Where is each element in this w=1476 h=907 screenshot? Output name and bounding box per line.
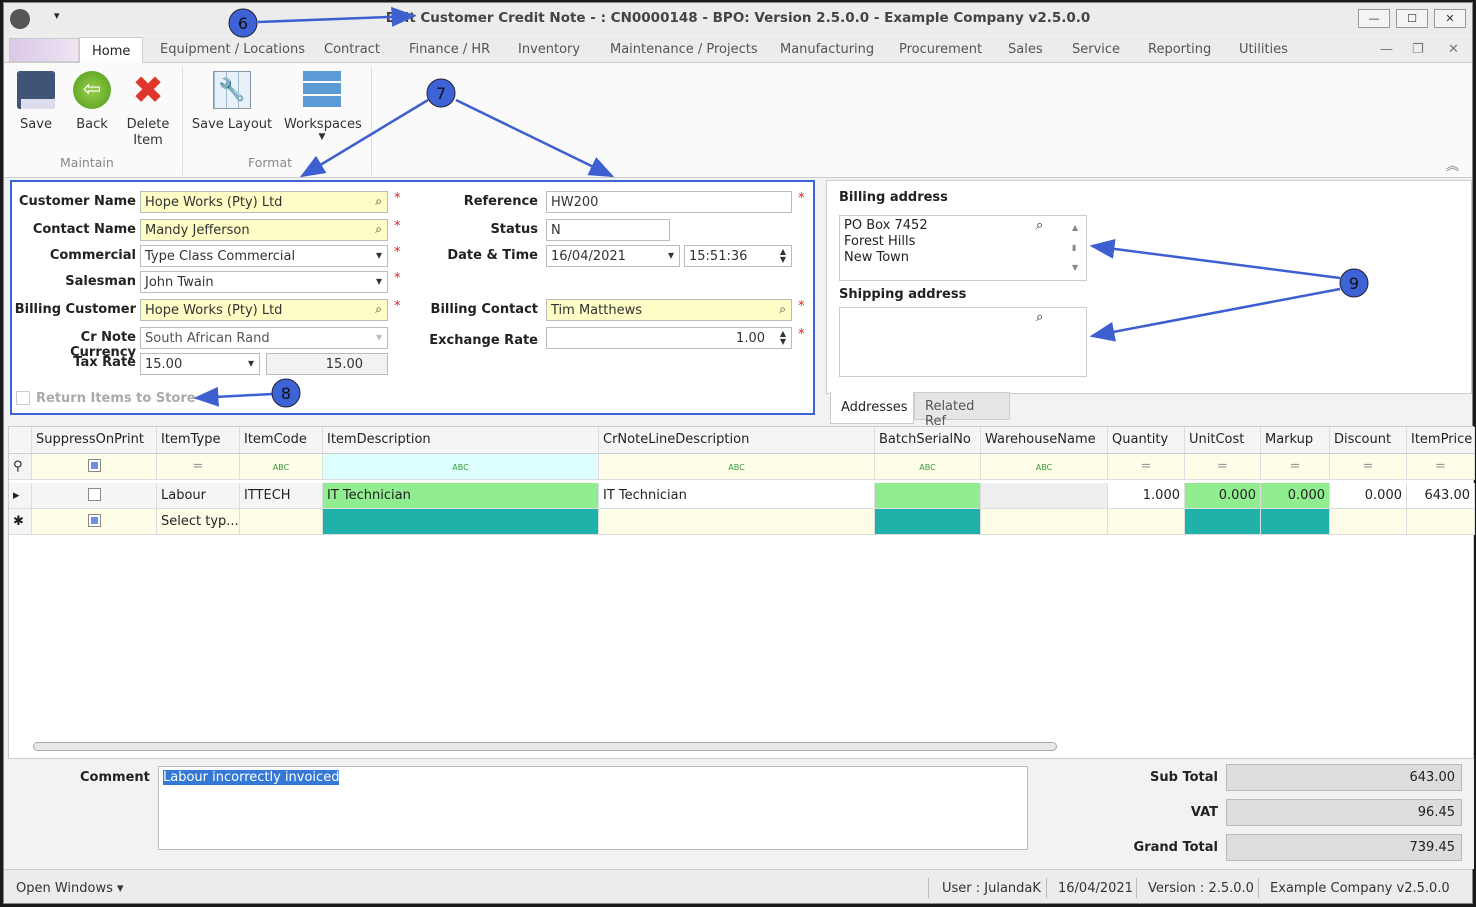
annotation-6: 6 — [238, 14, 248, 33]
annotation-8: 8 — [281, 384, 291, 403]
annotation-overlay: 6 7 8 9 — [193, 6, 1369, 408]
annotation-9: 9 — [1349, 274, 1359, 293]
annotation-7: 7 — [436, 84, 446, 103]
